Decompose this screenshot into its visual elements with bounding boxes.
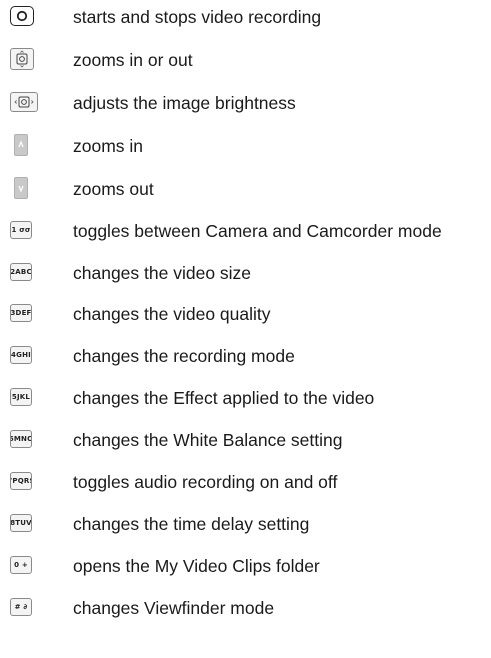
item-label: adjusts the image brightness (73, 93, 296, 113)
list-item-key-2: 2ABC changes the video size (0, 258, 491, 288)
item-label: changes the video quality (73, 304, 271, 324)
item-label: changes the White Balance setting (73, 430, 343, 450)
key-3-icon: 3DEF (10, 304, 32, 322)
item-label: toggles between Camera and Camcorder mod… (73, 221, 442, 241)
brightness-nav-icon (10, 92, 38, 112)
key-glyph: 0 + (14, 561, 28, 569)
key-4-icon: 4GHI (10, 346, 32, 364)
key-hash-icon: # ∂ (10, 598, 32, 616)
list-item-zoom: zooms in or out (0, 45, 491, 75)
key-5-icon: 5JKL (10, 388, 32, 406)
item-label: zooms in or out (73, 50, 193, 70)
item-label: zooms in (73, 136, 144, 156)
volume-down-icon (14, 177, 28, 199)
list-item-key-hash: # ∂ changes Viewfinder mode (0, 593, 491, 623)
key-glyph: 4GHI (11, 351, 31, 359)
item-label: changes the recording mode (73, 346, 295, 366)
record-button-icon (10, 6, 34, 26)
key-glyph: 5JKL (11, 393, 31, 401)
item-label: zooms out (73, 179, 154, 199)
key-glyph: 7PQRS (11, 477, 31, 485)
list-item-key-6: 6MNO changes the White Balance setting (0, 425, 491, 455)
item-label: toggles audio recording on and off (73, 472, 338, 492)
key-7-icon: 7PQRS (10, 472, 32, 490)
key-glyph: 2ABC (10, 268, 32, 276)
list-item-key-0: 0 + opens the My Video Clips folder (0, 551, 491, 581)
list-item-zoom-in: zooms in (0, 131, 491, 161)
list-item-key-5: 5JKL changes the Effect applied to the v… (0, 383, 491, 413)
key-glyph: 3DEF (10, 309, 32, 317)
key-0-icon: 0 + (10, 556, 32, 574)
zoom-nav-icon (10, 48, 34, 70)
item-label: opens the My Video Clips folder (73, 556, 320, 576)
list-item-zoom-out: zooms out (0, 174, 491, 204)
list-item-key-1: 1 σσ toggles between Camera and Camcorde… (0, 216, 491, 246)
item-label: changes the time delay setting (73, 514, 310, 534)
key-glyph: # ∂ (14, 603, 28, 611)
key-glyph: 1 σσ (11, 226, 31, 234)
list-item-key-8: 8TUV changes the time delay setting (0, 509, 491, 539)
volume-up-icon (14, 134, 28, 156)
list-item-key-4: 4GHI changes the recording mode (0, 341, 491, 371)
item-label: starts and stops video recording (73, 7, 322, 27)
key-8-icon: 8TUV (10, 514, 32, 532)
key-glyph: 8TUV (10, 519, 32, 527)
item-label: changes the Effect applied to the video (73, 388, 375, 408)
key-1-icon: 1 σσ (10, 221, 32, 239)
list-item-record: starts and stops video recording (0, 2, 491, 32)
list-item-key-3: 3DEF changes the video quality (0, 299, 491, 329)
key-2-icon: 2ABC (10, 263, 32, 281)
list-item-brightness: adjusts the image brightness (0, 88, 491, 118)
list-item-key-7: 7PQRS toggles audio recording on and off (0, 467, 491, 497)
item-label: changes Viewfinder mode (73, 598, 275, 618)
key-6-icon: 6MNO (10, 430, 32, 448)
item-label: changes the video size (73, 263, 252, 283)
key-glyph: 6MNO (10, 435, 31, 443)
